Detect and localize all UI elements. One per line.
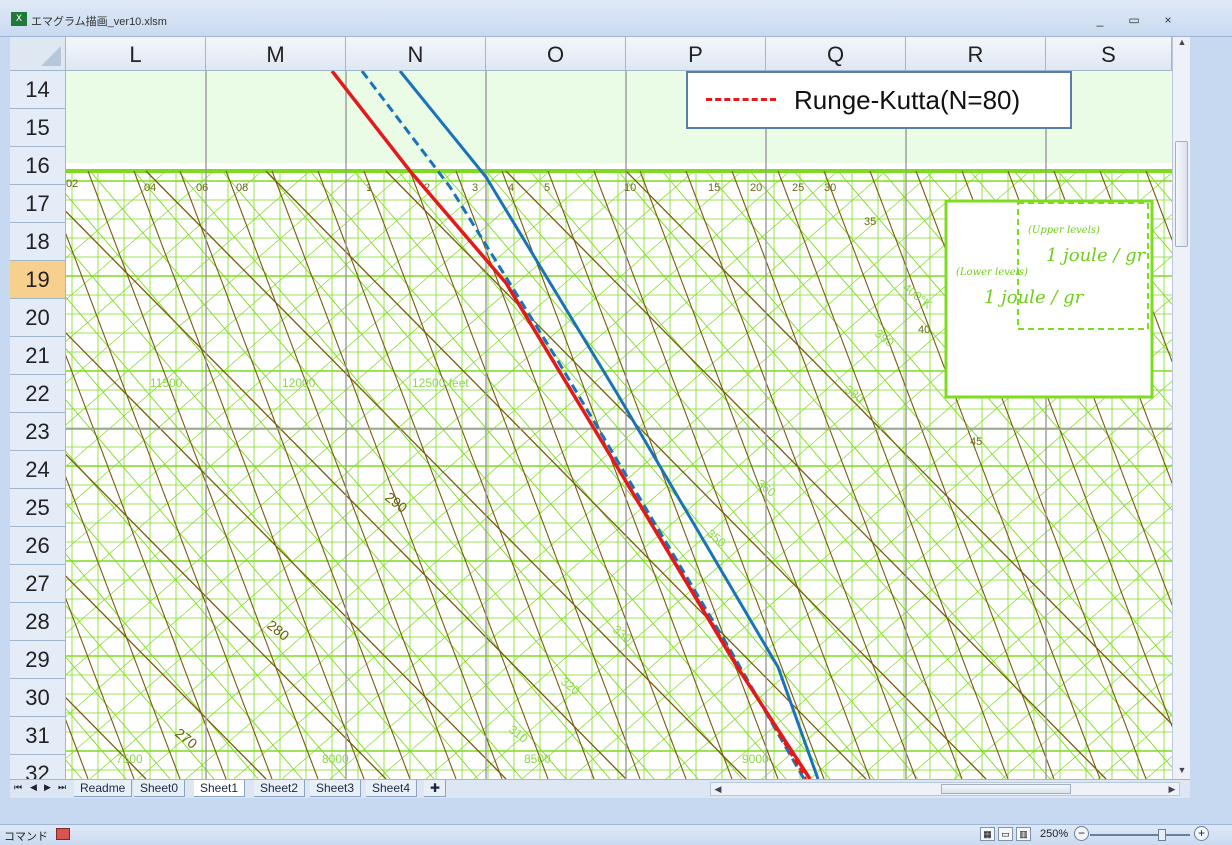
scroll-left-icon[interactable]: ◀ [713, 784, 723, 795]
inset-lower-value: 1 joule / gr [984, 287, 1085, 308]
status-bar: コマンド ▦ ▭ ▥ 250% − + [0, 824, 1232, 845]
row-header-23[interactable]: 23 [10, 413, 66, 451]
column-header-N[interactable]: N [346, 37, 486, 71]
zoom-level[interactable]: 250% [1040, 828, 1068, 840]
tick-label: 4 [508, 182, 514, 194]
select-all-corner[interactable] [10, 37, 66, 71]
emagram-chart[interactable]: (Upper levels) 1 joule / gr (Lower level… [66, 71, 1172, 779]
scroll-down-icon[interactable]: ▼ [1175, 765, 1189, 775]
mixing-label: 35 [864, 216, 876, 228]
column-header-R[interactable]: R [906, 37, 1046, 71]
legend-label: Runge-Kutta(N=80) [794, 85, 1021, 115]
chart-legend[interactable]: Runge-Kutta(N=80) [686, 71, 1072, 129]
tick-label: 1 [366, 182, 372, 194]
next-sheet-icon[interactable]: ▶ [44, 782, 51, 793]
row-header-18[interactable]: 18 [10, 223, 66, 261]
prev-sheet-icon[interactable]: ◀ [30, 782, 37, 793]
row-header-17[interactable]: 17 [10, 185, 66, 223]
minimize-button[interactable]: _ [1090, 12, 1110, 28]
normal-view-icon[interactable]: ▦ [980, 827, 995, 841]
pressure-label: 9000 [742, 752, 769, 766]
tick-label: 30 [824, 182, 836, 194]
status-mode: コマンド [4, 831, 48, 843]
scroll-right-icon[interactable]: ▶ [1167, 784, 1177, 795]
row-header-19[interactable]: 19 [10, 261, 66, 299]
tick-label: 06 [196, 182, 208, 194]
tick-label: 25 [792, 182, 804, 194]
tick-label: 02 [66, 178, 78, 190]
last-sheet-icon[interactable]: ⏭ [58, 782, 66, 793]
zoom-out-icon[interactable]: − [1074, 826, 1089, 841]
row-header-24[interactable]: 24 [10, 451, 66, 489]
column-header-P[interactable]: P [626, 37, 766, 71]
first-sheet-icon[interactable]: ⏮ [14, 782, 22, 793]
column-header-O[interactable]: O [486, 37, 626, 71]
worksheet[interactable]: L M N O P Q R S 14 15 16 17 18 19 20 21 … [10, 37, 1172, 779]
excel-icon[interactable]: X [11, 12, 27, 26]
inset-upper-value: 1 joule / gr [1046, 245, 1147, 266]
tick-label: 15 [708, 182, 720, 194]
title-bar: X エマグラム描画_ver10.xlsm _ ▭ × [0, 0, 1232, 37]
legend-swatch-dashed [706, 98, 776, 101]
row-header-14[interactable]: 14 [10, 71, 66, 109]
pressure-label: 12000 [282, 376, 316, 390]
column-header-M[interactable]: M [206, 37, 346, 71]
tick-label: 5 [544, 182, 550, 194]
maximize-button[interactable]: ▭ [1124, 12, 1144, 28]
column-header-L[interactable]: L [66, 37, 206, 71]
vertical-scrollbar[interactable]: ▲ ▼ [1172, 37, 1190, 779]
row-header-26[interactable]: 26 [10, 527, 66, 565]
column-header-Q[interactable]: Q [766, 37, 906, 71]
pressure-label: 12500 feet [412, 376, 469, 390]
row-header-16[interactable]: 16 [10, 147, 66, 185]
row-header-21[interactable]: 21 [10, 337, 66, 375]
tab-sheet1[interactable]: Sheet1 [194, 780, 246, 797]
tick-label: 10 [624, 182, 636, 194]
row-header-20[interactable]: 20 [10, 299, 66, 337]
tab-sheet3[interactable]: Sheet3 [310, 780, 362, 797]
tab-sheet4[interactable]: Sheet4 [366, 780, 418, 797]
row-header-22[interactable]: 22 [10, 375, 66, 413]
row-header-27[interactable]: 27 [10, 565, 66, 603]
insert-sheet-icon[interactable]: ✚ [424, 780, 446, 797]
vertical-scroll-thumb[interactable] [1175, 141, 1188, 247]
tab-sheet2[interactable]: Sheet2 [254, 780, 306, 797]
window-title: エマグラム描画_ver10.xlsm [31, 16, 167, 28]
tick-label: 08 [236, 182, 248, 194]
row-header-30[interactable]: 30 [10, 679, 66, 717]
macro-record-icon[interactable] [56, 828, 70, 840]
zoom-slider-track[interactable] [1090, 834, 1190, 836]
row-header-32[interactable]: 32 [10, 755, 66, 779]
row-header-25[interactable]: 25 [10, 489, 66, 527]
mixing-label: 45 [970, 436, 982, 448]
tick-label: 20 [750, 182, 762, 194]
page-layout-view-icon[interactable]: ▭ [998, 827, 1013, 841]
inset-upper-label: (Upper levels) [1028, 225, 1100, 236]
page-break-view-icon[interactable]: ▥ [1016, 827, 1031, 841]
row-header-15[interactable]: 15 [10, 109, 66, 147]
row-header-28[interactable]: 28 [10, 603, 66, 641]
horizontal-scroll-thumb[interactable] [941, 784, 1071, 794]
sheet-tab-bar: ⏮ ◀ ▶ ⏭ Readme Sheet0 Sheet1 Sheet2 Shee… [10, 779, 1190, 798]
zoom-in-icon[interactable]: + [1194, 826, 1209, 841]
tab-sheet0[interactable]: Sheet0 [134, 780, 186, 797]
close-button[interactable]: × [1158, 12, 1178, 28]
pressure-label: 11500 [150, 376, 183, 390]
pressure-label: 8000 [322, 752, 349, 766]
tick-label: 3 [472, 182, 478, 194]
mixing-label: 40 [918, 324, 930, 336]
column-header-S[interactable]: S [1046, 37, 1172, 71]
pressure-label: 7500 [116, 752, 143, 766]
zoom-slider-thumb[interactable] [1158, 829, 1166, 841]
row-header-29[interactable]: 29 [10, 641, 66, 679]
pressure-label: 8500 [524, 752, 551, 766]
tick-label: 04 [144, 182, 156, 194]
tab-readme[interactable]: Readme [74, 780, 133, 797]
inset-lower-label: (Lower levels) [956, 267, 1028, 278]
row-header-31[interactable]: 31 [10, 717, 66, 755]
scroll-up-icon[interactable]: ▲ [1175, 37, 1189, 47]
horizontal-scrollbar[interactable]: ◀ ▶ [710, 782, 1180, 796]
